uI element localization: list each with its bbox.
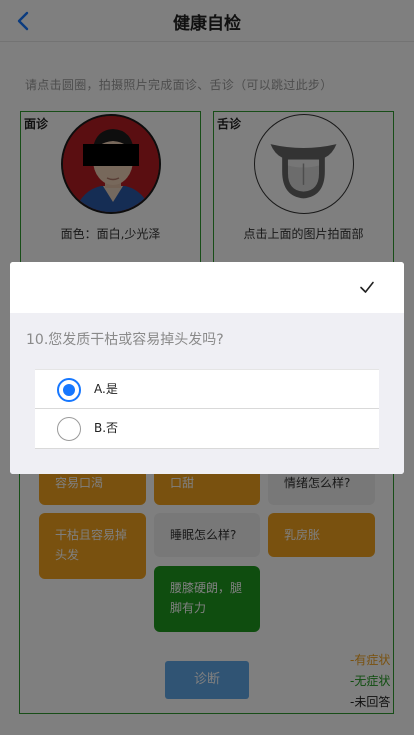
option-yes[interactable]: A.是 xyxy=(35,369,379,409)
radio-selected-icon[interactable] xyxy=(57,378,81,402)
question-dialog: 10.您发质干枯或容易掉头发吗? A.是 B.否 xyxy=(10,262,404,474)
answer-options: A.是 B.否 xyxy=(35,369,379,449)
option-label: B.否 xyxy=(94,421,119,435)
dialog-toolbar xyxy=(10,262,404,313)
radio-unselected-icon[interactable] xyxy=(57,417,81,441)
question-text: 10.您发质干枯或容易掉头发吗? xyxy=(26,332,224,348)
check-icon[interactable] xyxy=(356,276,378,298)
option-label: A.是 xyxy=(94,382,118,396)
option-no[interactable]: B.否 xyxy=(35,409,379,449)
question-area: 10.您发质干枯或容易掉头发吗? A.是 B.否 xyxy=(10,313,404,474)
